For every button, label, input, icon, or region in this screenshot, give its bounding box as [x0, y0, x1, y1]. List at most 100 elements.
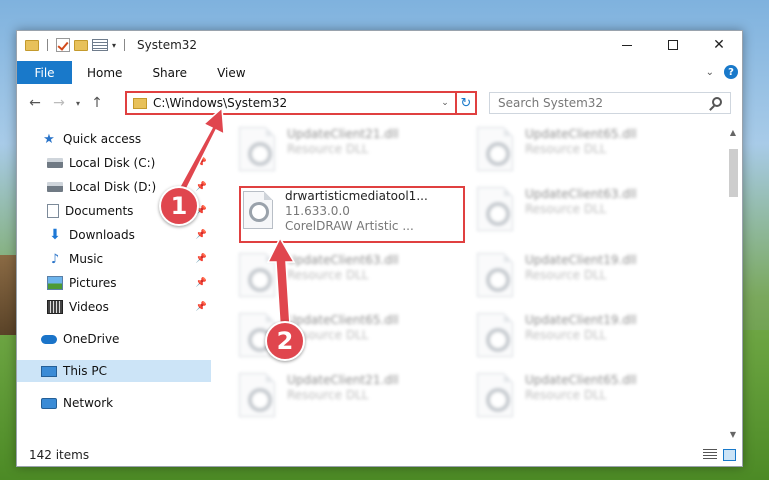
file-item[interactable]: UpdateClient65.dll Resource DLL: [477, 373, 707, 423]
sidebar-item-quick-access[interactable]: ★ Quick access: [41, 128, 141, 150]
sidebar-item-label: Music: [69, 252, 104, 266]
file-description: Resource DLL: [525, 328, 607, 342]
window-title: System32: [137, 38, 198, 52]
up-button[interactable]: ↑: [85, 91, 109, 115]
minimize-button[interactable]: [604, 31, 650, 59]
star-icon: ★: [43, 131, 55, 147]
sidebar-item-label: Quick access: [63, 132, 142, 146]
pin-icon[interactable]: 📌: [196, 278, 207, 288]
customize-toolbar-icon[interactable]: ▾: [112, 41, 116, 50]
close-button[interactable]: ✕: [696, 31, 742, 59]
forward-button[interactable]: →: [47, 91, 71, 115]
tab-view[interactable]: View: [202, 61, 260, 84]
recent-locations-button[interactable]: ▾: [71, 99, 85, 108]
back-arrow-icon: ←: [29, 95, 41, 111]
divider: [124, 39, 126, 51]
file-item[interactable]: UpdateClient21.dll Resource DLL: [239, 127, 469, 177]
sidebar-item-pictures[interactable]: Pictures 📌: [47, 272, 211, 294]
tab-home[interactable]: Home: [72, 61, 137, 84]
file-name: UpdateClient65.dll: [525, 127, 637, 141]
file-item[interactable]: UpdateClient19.dll Resource DLL: [477, 253, 707, 303]
search-icon[interactable]: [712, 97, 722, 107]
file-description: Resource DLL: [525, 268, 607, 282]
address-dropdown-icon[interactable]: ⌄: [437, 98, 453, 108]
scroll-thumb[interactable]: [729, 149, 738, 197]
details-view-icon[interactable]: [703, 449, 717, 460]
tab-share[interactable]: Share: [137, 61, 202, 84]
dll-file-icon: [477, 253, 513, 297]
sidebar-item-music[interactable]: ♪ Music 📌: [47, 248, 211, 270]
dll-file-icon: [239, 373, 275, 417]
file-item[interactable]: UpdateClient65.dll Resource DLL: [477, 127, 707, 177]
file-description: Resource DLL: [525, 202, 607, 216]
address-path[interactable]: C:\Windows\System32: [153, 96, 437, 110]
file-list: UpdateClient21.dll Resource DLL UpdateCli…: [215, 123, 729, 443]
close-icon: ✕: [713, 37, 725, 53]
dll-file-icon: [239, 127, 275, 171]
dll-file-icon: [243, 191, 273, 229]
large-icons-view-icon[interactable]: [723, 449, 736, 461]
pin-icon[interactable]: 📌: [196, 158, 207, 168]
forward-arrow-icon: →: [53, 95, 65, 111]
properties-icon[interactable]: [92, 39, 108, 51]
up-arrow-icon: ↑: [91, 95, 103, 111]
dll-file-icon: [477, 373, 513, 417]
window-controls: ✕: [604, 31, 742, 59]
sidebar-item-label: Local Disk (C:): [69, 156, 156, 170]
dll-file-icon: [477, 127, 513, 171]
file-version: 11.633.0.0: [285, 204, 350, 218]
sidebar-item-label: This PC: [63, 364, 107, 378]
new-folder-icon[interactable]: [74, 39, 88, 51]
file-name: UpdateClient21.dll: [287, 373, 399, 387]
sidebar-item-local-disk-c[interactable]: Local Disk (C:) 📌: [47, 152, 211, 174]
file-description: Resource DLL: [287, 268, 369, 282]
videos-icon: [47, 300, 63, 314]
expand-ribbon-icon[interactable]: ⌄: [706, 67, 714, 78]
maximize-button[interactable]: [650, 31, 696, 59]
file-name: UpdateClient65.dll: [525, 373, 637, 387]
pin-icon[interactable]: 📌: [196, 230, 207, 240]
file-item[interactable]: UpdateClient21.dll Resource DLL: [239, 373, 469, 423]
file-name: UpdateClient19.dll: [525, 313, 637, 327]
file-name: UpdateClient63.dll: [525, 187, 637, 201]
address-bar[interactable]: C:\Windows\System32 ⌄: [125, 91, 477, 115]
sidebar-item-videos[interactable]: Videos 📌: [47, 296, 211, 318]
disk-icon: [47, 182, 63, 192]
callout-badge-2: 2: [265, 321, 305, 361]
refresh-button[interactable]: ↻: [455, 91, 477, 115]
maximize-icon: [668, 40, 678, 50]
sidebar-item-downloads[interactable]: ⬇ Downloads 📌: [47, 224, 211, 246]
file-name: drwartisticmediatool1...: [285, 189, 428, 203]
file-description: Resource DLL: [287, 388, 369, 402]
sidebar-item-this-pc[interactable]: This PC: [17, 360, 211, 382]
scroll-down-icon: ▼: [729, 429, 737, 439]
scroll-up-icon: ▲: [729, 127, 737, 137]
tab-file[interactable]: File: [17, 61, 72, 84]
sidebar-item-onedrive[interactable]: OneDrive: [41, 328, 119, 350]
folder-icon: [133, 97, 147, 109]
pictures-icon: [47, 276, 63, 290]
title-bar: ▾ System32 ✕: [17, 31, 742, 59]
scroll-down-button[interactable]: ▼: [726, 427, 740, 441]
pin-icon[interactable]: 📌: [196, 254, 207, 264]
file-name: UpdateClient19.dll: [525, 253, 637, 267]
pc-icon: [41, 365, 57, 377]
scroll-up-button[interactable]: ▲: [726, 125, 740, 139]
explorer-window: ▾ System32 ✕ File Home Share View ⌄ ? ← …: [16, 30, 743, 467]
ribbon-tabs: File Home Share View ⌄ ?: [17, 61, 742, 84]
sidebar-item-network[interactable]: Network: [41, 392, 113, 414]
scroll-track[interactable]: [726, 139, 740, 427]
file-item[interactable]: UpdateClient63.dll Resource DLL: [239, 253, 469, 303]
properties-check-icon[interactable]: [56, 38, 70, 52]
documents-icon: [47, 204, 59, 218]
back-button[interactable]: ←: [23, 91, 47, 115]
help-icon[interactable]: ?: [724, 65, 738, 79]
file-item-highlighted[interactable]: drwartisticmediatool1... 11.633.0.0 Core…: [243, 189, 428, 234]
pin-icon[interactable]: 📌: [196, 302, 207, 312]
search-box[interactable]: Search System32: [489, 92, 731, 114]
vertical-scrollbar[interactable]: ▲ ▼: [726, 125, 740, 441]
chevron-down-icon: ▾: [75, 98, 80, 108]
file-item[interactable]: UpdateClient19.dll Resource DLL: [477, 313, 707, 363]
pin-icon[interactable]: 📌: [196, 182, 207, 192]
file-item[interactable]: UpdateClient63.dll Resource DLL: [477, 187, 707, 237]
